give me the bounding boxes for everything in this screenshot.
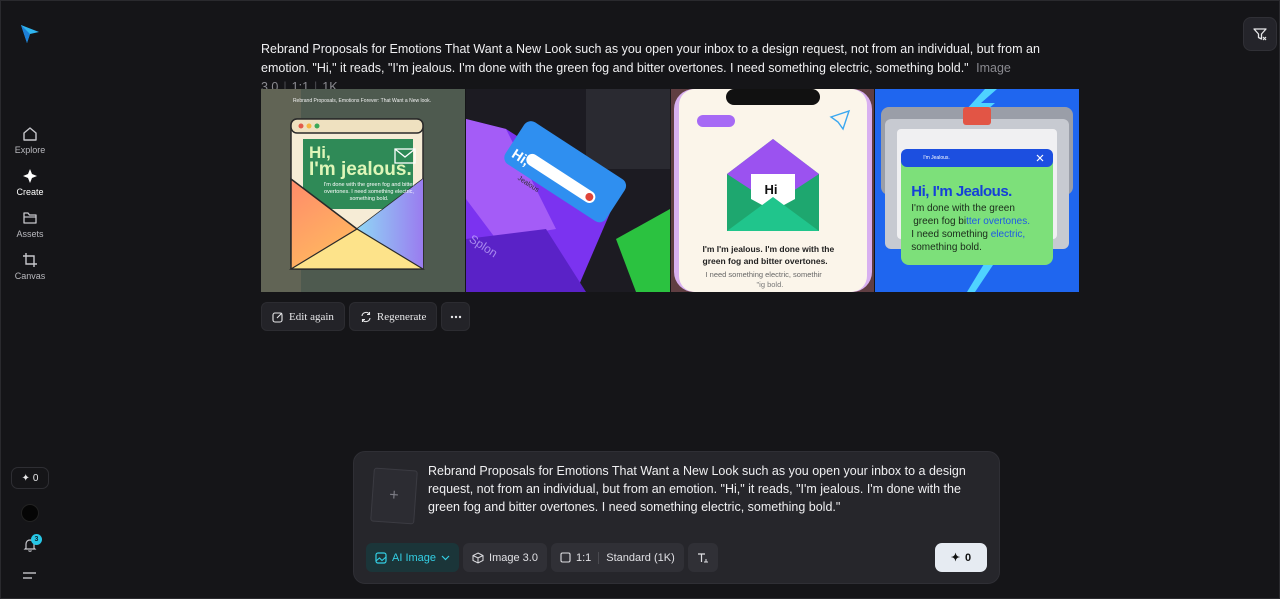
sparkle-icon: ✦	[21, 472, 30, 484]
plus-icon: +	[388, 486, 400, 505]
image-3-hi: Hi	[764, 182, 778, 197]
divider	[598, 551, 600, 564]
image-1-heading: Rebrand Proposals, Emotions Forever: Tha…	[292, 98, 432, 104]
image-4-body1: I'm done with the green	[911, 203, 1015, 214]
model-selector[interactable]: Image 3.0	[463, 543, 547, 572]
sparkle-icon: ✦	[950, 552, 961, 564]
quality-label: Standard (1K)	[606, 551, 675, 564]
sparkle-icon	[23, 169, 37, 183]
image-4-body3a: I need something	[911, 229, 991, 240]
image-results: Rebrand Proposals, Emotions Forever: Tha…	[261, 89, 1079, 292]
result-image-3[interactable]: Hi I'm I'm jealous. I'm done with the gr…	[670, 89, 875, 292]
text-style-button[interactable]	[687, 543, 718, 572]
image-3-line4: "ig bold.	[756, 280, 784, 289]
result-actions: Edit again Regenerate	[261, 302, 471, 331]
sidebar-item-label: Assets	[16, 229, 44, 239]
model-label: Image 3.0	[489, 551, 538, 564]
regenerate-label: Regenerate	[376, 310, 427, 323]
image-4-body2a: green fog bi	[913, 216, 967, 227]
credits-count: 0	[32, 472, 39, 484]
image-4-body4: something bold.	[911, 242, 982, 253]
more-options-button[interactable]	[441, 302, 471, 331]
home-icon	[23, 127, 37, 141]
mode-dropdown[interactable]: AI Image	[366, 543, 460, 572]
cube-icon	[472, 551, 484, 564]
regenerate-button[interactable]: Regenerate	[348, 302, 438, 331]
image-4-body3: I need something electric,	[911, 229, 1025, 240]
image-4-body2b: tter overtones.	[966, 216, 1030, 227]
avatar[interactable]	[21, 504, 39, 522]
filter-icon	[1253, 28, 1267, 41]
folder-icon	[23, 212, 37, 224]
sidebar-item-canvas[interactable]: Canvas	[5, 252, 55, 281]
credits-button[interactable]: ✦ 0	[11, 467, 49, 489]
image-2-art	[465, 89, 670, 292]
more-icon	[450, 315, 462, 318]
image-1-big: I'm jealous.	[309, 159, 412, 180]
image-3-line3: I need something electric, somethir	[705, 270, 822, 279]
aspect-ratio-icon	[560, 552, 571, 563]
image-3-line2: green fog and bitter overtones.	[702, 256, 828, 266]
refresh-icon	[361, 311, 371, 322]
sidebar: Explore Create Assets Canvas ✦ 0 3	[1, 1, 59, 599]
sidebar-item-label: Explore	[14, 145, 46, 155]
result-prompt-text: Rebrand Proposals for Emotions That Want…	[261, 42, 1040, 75]
crop-icon	[23, 253, 37, 267]
mode-label: AI Image	[392, 551, 437, 564]
text-format-icon	[697, 552, 708, 562]
composer-toolbar: AI Image Image 3.0 1:1 Standard (1K)	[366, 543, 718, 572]
image-4-body3b: electric,	[990, 229, 1026, 240]
image-1-small: I'm done with the green fog and bitter o…	[323, 182, 415, 202]
sidebar-item-explore[interactable]: Explore	[5, 126, 55, 155]
prompt-input[interactable]: Rebrand Proposals for Emotions That Want…	[428, 462, 988, 516]
edit-again-label: Edit again	[289, 310, 334, 323]
sidebar-item-label: Canvas	[14, 271, 46, 281]
image-4-headline: Hi, I'm Jealous.	[911, 183, 1012, 200]
chevron-down-icon	[441, 555, 450, 560]
size-selector[interactable]: 1:1 Standard (1K)	[550, 543, 684, 572]
sidebar-item-create[interactable]: Create	[5, 168, 55, 197]
result-image-1[interactable]: Rebrand Proposals, Emotions Forever: Tha…	[261, 89, 465, 292]
generate-button[interactable]: ✦ 0	[935, 543, 987, 572]
image-4-body2: green fog bitter overtones.	[913, 216, 1030, 227]
notification-badge: 3	[31, 534, 42, 545]
ratio-label: 1:1	[575, 551, 592, 564]
image-4-window-title: I'm Jealous.	[923, 155, 950, 161]
result-image-4[interactable]: I'm Jealous. Hi, I'm Jealous. I'm done w…	[875, 89, 1079, 292]
image-icon	[375, 551, 387, 564]
app-window: Explore Create Assets Canvas ✦ 0 3 Rebra…	[0, 0, 1280, 599]
sidebar-item-label: Create	[16, 187, 44, 197]
menu-icon[interactable]	[23, 572, 37, 582]
filter-button[interactable]	[1243, 17, 1277, 51]
logo-icon[interactable]	[19, 23, 41, 45]
result-image-2[interactable]: Hi, Jealous Splon	[465, 89, 670, 292]
generate-cost: 0	[965, 551, 972, 564]
sidebar-item-assets[interactable]: Assets	[5, 210, 55, 239]
reference-image-upload[interactable]: +	[370, 467, 418, 525]
edit-icon	[272, 311, 283, 323]
prompt-composer: + Rebrand Proposals for Emotions That Wa…	[353, 451, 1000, 584]
image-3-line1: I'm I'm jealous. I'm done with the	[702, 244, 835, 254]
edit-again-button[interactable]: Edit again	[261, 302, 345, 331]
